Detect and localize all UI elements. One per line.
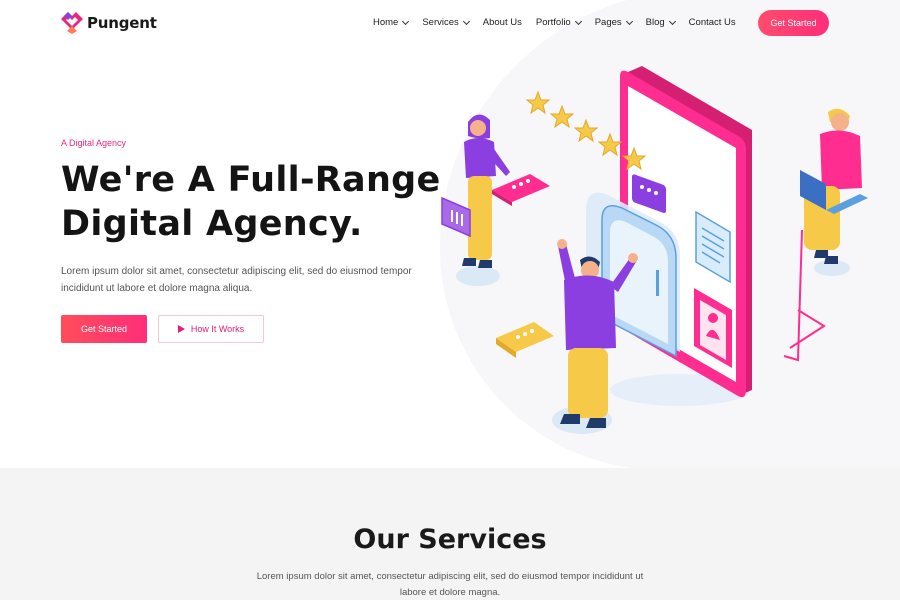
stool-leg [783,229,803,362]
nav-pages[interactable]: Pages [594,17,633,28]
nav-home[interactable]: Home [373,17,410,28]
yellow-dot-1 [516,335,520,339]
door-handle [656,270,659,296]
star-2 [549,104,575,129]
man-legs [568,348,608,418]
man-arm-left [558,244,576,286]
main-nav: Home Services About Us Portfolio Pages B… [373,17,750,28]
man-hand-right [628,253,638,263]
logo-icon [61,12,83,34]
hero-title-line-2: Digital Agency. [61,204,363,244]
bubble-dot-2 [647,188,651,192]
chevron-down-icon [668,17,676,25]
bubble-dot-3 [654,191,658,195]
chevron-down-icon [625,17,633,25]
profile-avatar-head [708,313,718,323]
yellow-dot-2 [523,332,527,336]
nav-portfolio-label: Portfolio [535,17,571,28]
header-get-started-button[interactable]: Get Started [758,10,829,36]
nav-pages-label: Pages [594,17,622,28]
woman-shoe-left [462,258,476,266]
play-icon [177,325,185,333]
pink-dot-3 [526,179,530,183]
chevron-down-icon [402,17,410,25]
bubble-dot-1 [640,185,644,189]
brand-name: Pungent [87,14,157,32]
stool-base [789,309,826,349]
services-description: Lorem ipsum dolor sit amet, consectetur … [256,571,644,598]
nav-portfolio[interactable]: Portfolio [535,17,582,28]
woman-shoe-right [478,260,492,268]
site-header: Pungent Home Services About Us Portfolio… [0,0,900,46]
hero-illustration [441,66,868,434]
services-section: Our Services Lorem ipsum dolor sit amet,… [0,468,900,600]
nav-services[interactable]: Services [422,17,470,28]
man-hand-left [557,239,567,249]
star-4 [597,132,623,157]
hero-title: We're A Full-Range Digital Agency. [61,158,441,246]
hero-get-started-button[interactable]: Get Started [61,315,147,343]
landing-page: Pungent Home Services About Us Portfolio… [0,0,900,600]
yellow-dot-3 [530,329,534,333]
services-title: Our Services [353,524,547,555]
hero-eyebrow: A Digital Agency [61,138,127,148]
nav-home-label: Home [373,17,399,28]
woman-legs [468,176,492,260]
nav-about-us[interactable]: About Us [483,17,522,28]
nav-blog[interactable]: Blog [645,17,676,28]
nav-services-label: Services [422,17,459,28]
laptop-man-shoe-2 [824,256,838,264]
nav-contact-label: Contact Us [688,17,736,28]
brand-logo[interactable]: Pungent [61,12,157,34]
hero-description: Lorem ipsum dolor sit amet, consectetur … [61,266,412,294]
laptop-man-torso [820,130,862,190]
nav-contact-us[interactable]: Contact Us [689,17,736,28]
how-it-works-button[interactable]: How It Works [158,315,264,343]
nav-about-label: About Us [482,17,522,28]
woman-head [470,120,486,136]
floor-shadow-left [456,266,500,286]
pink-dot-1 [512,185,516,189]
how-it-works-label: How It Works [190,324,245,334]
star-3 [573,118,599,143]
nav-blog-label: Blog [645,17,665,28]
pink-dot-2 [519,182,523,186]
hero-title-line-1: We're A Full-Range [61,160,441,200]
chevron-down-icon [574,17,582,25]
laptop-man-head [831,113,849,131]
laptop-man-figure [783,108,868,362]
man-torso [564,275,616,350]
chevron-down-icon [462,17,470,25]
star-1 [525,90,551,115]
